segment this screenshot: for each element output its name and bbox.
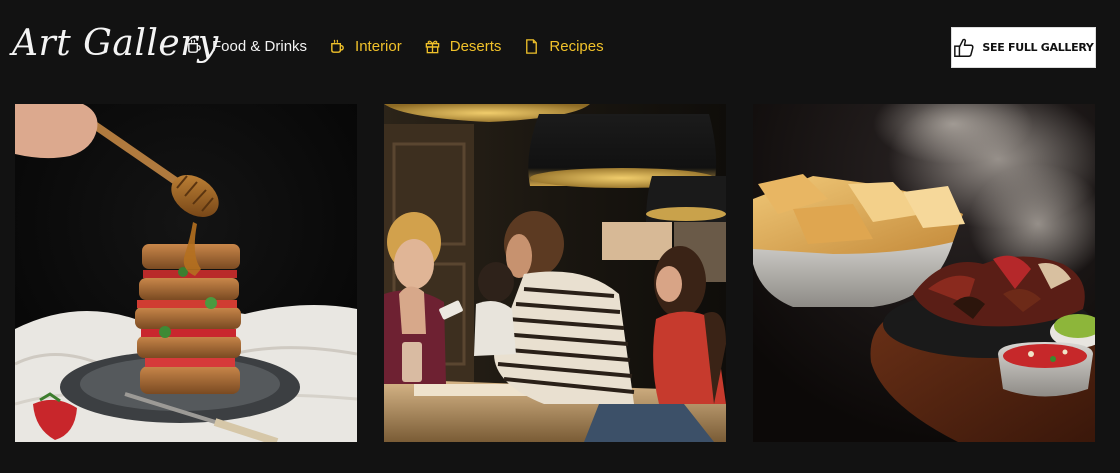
mug-icon — [331, 39, 344, 53]
tab-food-drinks[interactable]: Food & Drinks — [186, 38, 307, 55]
fajita-platter-photo — [753, 104, 1095, 442]
gallery-image-fajitas[interactable] — [753, 104, 1095, 442]
gift-icon — [425, 40, 440, 53]
gallery-image-french-toast[interactable] — [15, 104, 357, 442]
see-full-gallery-label: SEE FULL GALLERY — [982, 41, 1094, 54]
french-toast-photo — [15, 104, 357, 442]
gallery-image-cafe-interior[interactable] — [384, 104, 726, 442]
tab-deserts[interactable]: Deserts — [424, 37, 502, 55]
filter-tabs: Food & Drinks Interior Deserts Recipes — [186, 36, 626, 56]
gallery-section: Art Gallery Food & Drinks Interior Deser… — [0, 0, 1120, 473]
tab-label: Food & Drinks — [212, 37, 308, 55]
tab-label: Deserts — [449, 37, 502, 55]
tab-recipes[interactable]: Recipes — [523, 37, 604, 55]
see-full-gallery-button[interactable]: SEE FULL GALLERY — [951, 27, 1096, 68]
coffee-cup-icon — [188, 39, 201, 53]
tab-label: Recipes — [549, 37, 604, 55]
thumbs-up-icon — [954, 38, 974, 57]
document-icon — [526, 38, 538, 54]
tab-interior[interactable]: Interior — [329, 38, 402, 55]
tab-label: Interior — [355, 37, 402, 55]
cafe-interior-photo — [384, 104, 726, 442]
